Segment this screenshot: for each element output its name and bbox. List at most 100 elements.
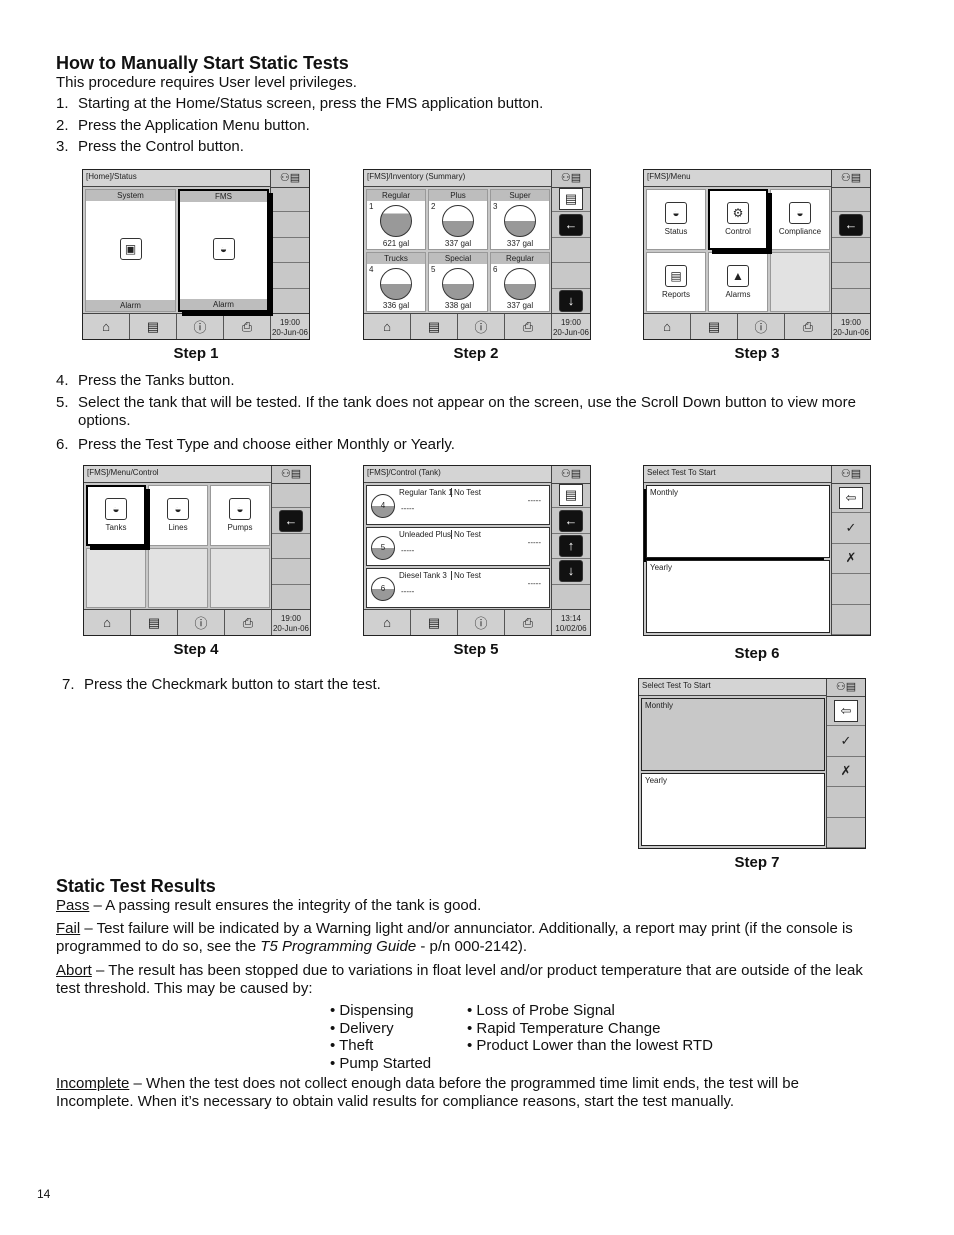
menu-button-reports[interactable]: ▤ Reports <box>646 251 706 312</box>
user-menu-icon[interactable]: ⚇▤ <box>551 170 590 188</box>
cancel-button[interactable]: ✗ <box>832 544 870 575</box>
tank-row[interactable]: 5 Unleaded Plus No Test ----- ----- <box>366 526 550 567</box>
test-option-yearly[interactable]: Yearly <box>641 773 825 846</box>
alarm-button[interactable]: ⓘ <box>177 314 224 339</box>
side-button-empty[interactable] <box>827 818 865 848</box>
tank-tile[interactable]: Special 5 338 gal <box>428 251 488 312</box>
tank-tile[interactable]: Plus 2 337 gal <box>428 189 488 250</box>
home-button[interactable]: ⌂ <box>364 314 411 339</box>
menu-button[interactable]: ▤ <box>552 187 590 213</box>
clock: 13:14 10/02/06 <box>552 610 590 635</box>
side-button-empty[interactable] <box>552 585 590 610</box>
tank-tile[interactable]: Super 3 337 gal <box>490 189 550 250</box>
back-arrow-button[interactable]: ← <box>832 212 870 238</box>
checkmark-button[interactable]: ✓ <box>827 726 865 757</box>
definition: – When the test does not collect enough … <box>129 1075 799 1092</box>
side-button-empty[interactable] <box>271 289 309 314</box>
app-button-fms[interactable]: FMS ◒ Alarm <box>178 189 269 312</box>
side-button-empty[interactable] <box>271 212 309 238</box>
print-button[interactable]: ⎙ <box>505 314 552 339</box>
print-button[interactable]: ⎙ <box>505 610 552 635</box>
menu-button-label: Lines <box>168 523 188 533</box>
scroll-down-button[interactable]: ↓ <box>552 289 590 314</box>
test-option-monthly[interactable]: Monthly <box>641 698 825 771</box>
step-number: 3. <box>56 138 69 155</box>
tank-product: Regular <box>491 252 549 264</box>
menu-button[interactable]: ▤ <box>131 610 178 635</box>
user-menu-icon[interactable]: ⚇▤ <box>831 170 870 188</box>
user-menu-icon[interactable]: ⚇▤ <box>551 466 590 484</box>
cause-item: • Pump Started <box>330 1054 432 1072</box>
alarm-button[interactable]: ⓘ <box>458 314 505 339</box>
cause-item: • Theft <box>330 1037 374 1054</box>
side-button-empty[interactable] <box>832 187 870 213</box>
menu-button[interactable]: ▤ <box>130 314 177 339</box>
test-option-yearly[interactable]: Yearly <box>646 560 830 633</box>
exit-button[interactable]: ⇦ <box>827 696 865 727</box>
control-icon: ⚙ <box>727 202 749 225</box>
home-button[interactable]: ⌂ <box>83 314 130 339</box>
date: 20-Jun-06 <box>271 327 309 337</box>
side-button-empty[interactable] <box>272 585 310 610</box>
menu-button[interactable]: ▤ <box>411 314 458 339</box>
scroll-down-button[interactable]: ↓ <box>552 559 590 585</box>
alarm-button[interactable]: ⓘ <box>458 610 505 635</box>
cause-item: • Delivery <box>330 1019 394 1037</box>
menu-button-alarms[interactable]: ▲ Alarms <box>708 251 768 312</box>
menu-button[interactable]: ▤ <box>411 610 458 635</box>
side-button-empty[interactable] <box>271 263 309 289</box>
side-button-empty[interactable] <box>272 483 310 509</box>
side-button-empty[interactable] <box>832 263 870 289</box>
home-button[interactable]: ⌂ <box>644 314 691 339</box>
clock: 19:00 20-Jun-06 <box>271 314 309 339</box>
side-button-empty[interactable] <box>272 534 310 560</box>
scroll-up-button[interactable]: ↑ <box>552 534 590 560</box>
step-caption: Step 2 <box>453 345 499 362</box>
tank-tile[interactable]: Regular 6 337 gal <box>490 251 550 312</box>
time: 19:00 <box>280 613 302 623</box>
back-arrow-button[interactable]: ← <box>552 212 590 238</box>
print-button[interactable]: ⎙ <box>225 610 272 635</box>
side-button-empty[interactable] <box>832 289 870 314</box>
test-option-monthly[interactable]: Monthly <box>646 485 830 558</box>
menu-button-lines[interactable]: ◒ Lines <box>148 485 208 546</box>
menu-button-tanks[interactable]: ◒ Tanks <box>86 485 146 546</box>
home-button[interactable]: ⌂ <box>84 610 131 635</box>
date: 10/02/06 <box>555 623 587 633</box>
print-button[interactable]: ⎙ <box>785 314 832 339</box>
user-menu-icon[interactable]: ⚇▤ <box>831 466 870 484</box>
exit-button[interactable]: ⇦ <box>832 483 870 514</box>
side-button-empty[interactable] <box>552 238 590 264</box>
side-button-empty[interactable] <box>827 787 865 818</box>
back-arrow-button[interactable]: ← <box>552 508 590 534</box>
tank-row[interactable]: 6 Diesel Tank 3 No Test ----- ----- <box>366 568 550 608</box>
back-arrow-button[interactable]: ← <box>272 508 310 534</box>
app-button-system[interactable]: System ▣ Alarm <box>85 189 176 312</box>
menu-button[interactable]: ▤ <box>552 483 590 509</box>
menu-button-control[interactable]: ⚙ Control <box>708 189 768 250</box>
side-button-empty[interactable] <box>832 605 870 635</box>
side-button-empty[interactable] <box>832 238 870 264</box>
menu-button-status[interactable]: ◒ Status <box>646 189 706 250</box>
menu-button-compliance[interactable]: ◒ Compliance <box>770 189 830 250</box>
tank-row[interactable]: 4 Regular Tank 1 No Test ----- ----- <box>366 485 550 525</box>
checkmark-button[interactable]: ✓ <box>832 513 870 544</box>
side-button-empty[interactable] <box>832 574 870 605</box>
tank-tile[interactable]: Regular 1 621 gal <box>366 189 426 250</box>
user-menu-icon[interactable]: ⚇▤ <box>270 170 309 188</box>
side-button-empty[interactable] <box>271 238 309 264</box>
alarm-button[interactable]: ⓘ <box>178 610 225 635</box>
side-button-empty[interactable] <box>552 263 590 289</box>
menu-button-pumps[interactable]: ◒ Pumps <box>210 485 270 546</box>
user-menu-icon[interactable]: ⚇▤ <box>271 466 310 484</box>
user-menu-icon[interactable]: ⚇▤ <box>826 679 865 697</box>
alarm-button[interactable]: ⓘ <box>738 314 785 339</box>
cancel-button[interactable]: ✗ <box>827 757 865 788</box>
menu-button[interactable]: ▤ <box>691 314 738 339</box>
side-button-empty[interactable] <box>271 187 309 213</box>
tank-tile[interactable]: Trucks 4 336 gal <box>366 251 426 312</box>
home-button[interactable]: ⌂ <box>364 610 411 635</box>
print-button[interactable]: ⎙ <box>224 314 271 339</box>
date: 20-Jun-06 <box>552 327 590 337</box>
side-button-empty[interactable] <box>272 559 310 585</box>
